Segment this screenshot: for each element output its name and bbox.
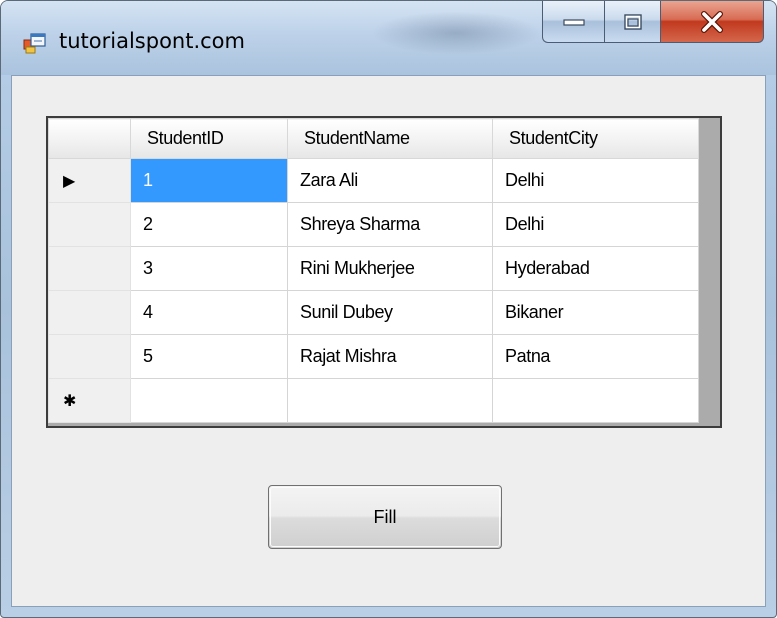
cell-studentcity[interactable]: Patna: [492, 334, 699, 379]
new-cell-studentname[interactable]: [287, 378, 493, 423]
cell-studentcity[interactable]: Hyderabad: [492, 246, 699, 291]
row-header[interactable]: [48, 290, 131, 335]
cell-studentid[interactable]: 1: [130, 158, 288, 203]
cell-studentid[interactable]: 3: [130, 246, 288, 291]
column-header-studentid[interactable]: StudentID: [130, 118, 288, 159]
minimize-button[interactable]: [542, 1, 604, 43]
row-header[interactable]: [48, 334, 131, 379]
title-bar-glass: [371, 11, 541, 55]
close-button[interactable]: [660, 1, 764, 43]
table-row: 2 Shreya Sharma Delhi: [48, 202, 699, 247]
grid-header-row: StudentID StudentName StudentCity: [48, 118, 699, 159]
table-row: ▶ 1 Zara Ali Delhi: [48, 158, 699, 203]
table-row: 3 Rini Mukherjee Hyderabad: [48, 246, 699, 291]
row-header[interactable]: [48, 246, 131, 291]
students-grid-table: StudentID StudentName StudentCity ▶ 1 Za…: [48, 118, 699, 423]
cell-studentname[interactable]: Rajat Mishra: [287, 334, 493, 379]
grid-corner-header[interactable]: [48, 118, 131, 159]
table-row: 4 Sunil Dubey Bikaner: [48, 290, 699, 335]
new-row: ✱: [48, 378, 699, 423]
title-bar[interactable]: tutorialspont.com: [1, 1, 776, 75]
column-header-studentcity[interactable]: StudentCity: [492, 118, 699, 159]
form-app-icon[interactable]: [23, 31, 47, 55]
cell-studentname[interactable]: Shreya Sharma: [287, 202, 493, 247]
new-cell-studentcity[interactable]: [492, 378, 699, 423]
cell-studentcity[interactable]: Bikaner: [492, 290, 699, 335]
column-header-studentname[interactable]: StudentName: [287, 118, 493, 159]
table-row: 5 Rajat Mishra Patna: [48, 334, 699, 379]
row-header[interactable]: ▶: [48, 158, 131, 203]
row-header[interactable]: [48, 202, 131, 247]
cell-studentname[interactable]: Rini Mukherjee: [287, 246, 493, 291]
minimize-icon: [562, 18, 585, 26]
cell-studentname[interactable]: Sunil Dubey: [287, 290, 493, 335]
caption-buttons: [542, 1, 764, 45]
cell-studentid[interactable]: 5: [130, 334, 288, 379]
new-row-header[interactable]: ✱: [48, 378, 131, 423]
cell-studentid[interactable]: 2: [130, 202, 288, 247]
form-client-area: StudentID StudentName StudentCity ▶ 1 Za…: [11, 75, 766, 607]
window-title: tutorialspont.com: [59, 29, 245, 53]
cell-studentcity[interactable]: Delhi: [492, 158, 699, 203]
cell-studentcity[interactable]: Delhi: [492, 202, 699, 247]
new-row-asterisk-icon: ✱: [63, 392, 77, 410]
cell-studentid[interactable]: 4: [130, 290, 288, 335]
students-datagridview[interactable]: StudentID StudentName StudentCity ▶ 1 Za…: [46, 116, 722, 428]
close-icon: [701, 10, 723, 33]
cell-studentname[interactable]: Zara Ali: [287, 158, 493, 203]
fill-button[interactable]: Fill: [268, 485, 502, 549]
maximize-icon: [623, 13, 642, 30]
current-row-arrow-icon: ▶: [63, 172, 75, 190]
maximize-button[interactable]: [604, 1, 660, 43]
main-window: tutorialspont.com StudentID StudentName …: [0, 0, 777, 618]
new-cell-studentid[interactable]: [130, 378, 288, 423]
fill-button-label: Fill: [373, 506, 397, 527]
